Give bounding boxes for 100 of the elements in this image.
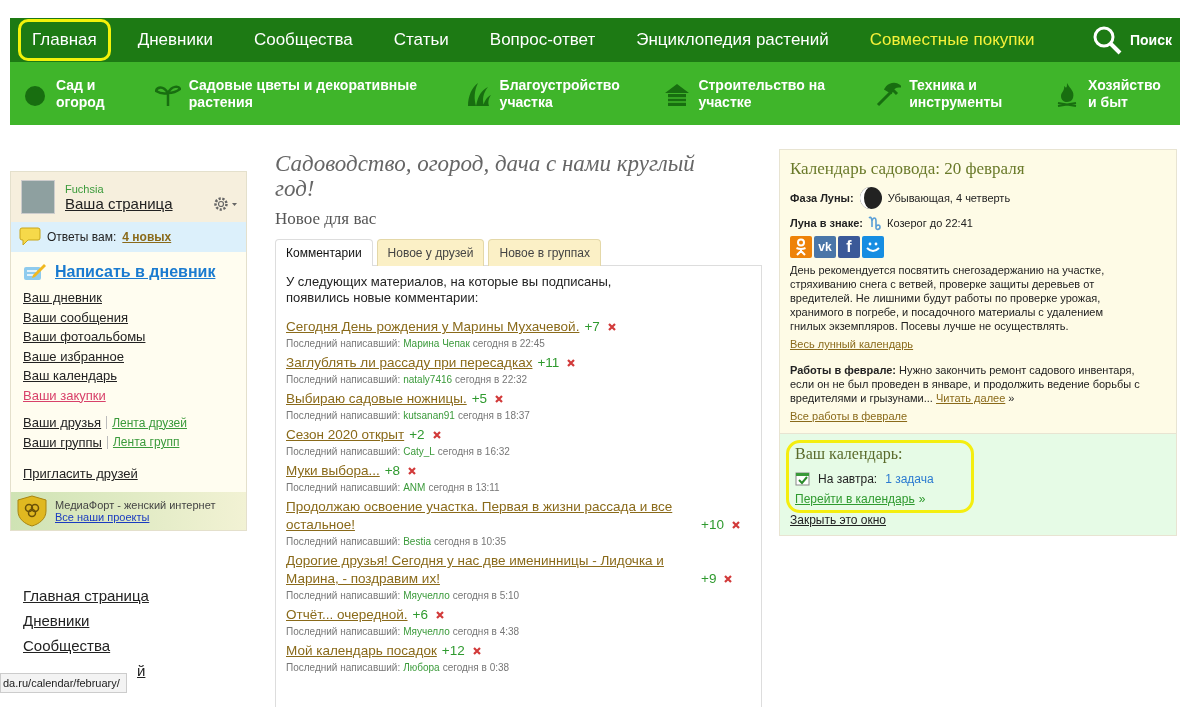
share-button[interactable]: [790, 236, 812, 258]
comment-time: сегодня в 13:11: [428, 481, 500, 495]
meta-label: Последний написавший:: [286, 625, 401, 639]
share-button[interactable]: [862, 236, 884, 258]
read-more-link[interactable]: Читать далее: [936, 392, 1006, 404]
nav-link[interactable]: Энциклопедия растений: [622, 19, 843, 61]
topic-link[interactable]: Продолжаю освоение участка. Первая в жизни рассада и все остальное!: [286, 498, 696, 534]
answers-link[interactable]: 4 новых: [122, 230, 172, 244]
task-link[interactable]: 1 задача: [885, 471, 934, 486]
topic-link[interactable]: Сезон 2020 открыт: [286, 426, 405, 444]
close-icon[interactable]: [567, 359, 576, 367]
comment-time: сегодня в 10:35: [433, 535, 506, 549]
search-icon: [1092, 25, 1122, 55]
calendar-title: Календарь садовода: 20 февраля: [790, 162, 1026, 176]
nav-link[interactable]: Дневники: [123, 19, 227, 61]
footer-link[interactable]: Дневники: [23, 607, 90, 633]
close-icon[interactable]: [472, 647, 481, 655]
feed-link[interactable]: Лента групп: [112, 435, 180, 450]
author-link[interactable]: Мяучелло: [403, 588, 450, 603]
footer-link[interactable]: Главная страница: [23, 582, 149, 608]
tab[interactable]: Комментарии: [275, 239, 373, 266]
shield-logo-icon: [17, 494, 47, 527]
topic-link[interactable]: Дорогие друзья! Сегодня у нас две именинницы - Лидочка и Марина, - поздравим их!: [286, 552, 696, 588]
comment-count: +12: [441, 642, 465, 660]
moon-sign-label: Луна в знаке:: [790, 216, 863, 230]
comment-time: сегодня в 4:38: [452, 625, 520, 639]
sidebar-link[interactable]: Ваш дневник: [23, 288, 102, 308]
comment-time: сегодня в 22:32: [455, 373, 528, 387]
author-link[interactable]: kutsanan91: [403, 408, 455, 423]
promo-text: МедиаФорт - женский интернет: [55, 498, 216, 511]
topic-link[interactable]: Сегодня День рождения у Марины Мухачевой.: [286, 318, 580, 336]
avatar-photo-placeholder: [21, 180, 55, 214]
sidebar-link[interactable]: Ваши фотоальбомы: [23, 327, 146, 347]
moon-phase-value: Убывающая, 4 четверть: [887, 191, 1011, 205]
topic-link[interactable]: Заглублять ли рассаду при пересадках: [286, 354, 533, 372]
author-link[interactable]: Bestia: [403, 534, 431, 549]
close-icon[interactable]: [607, 323, 616, 331]
nav-link[interactable]: Совместные покупки: [855, 19, 1049, 61]
topic-link[interactable]: Выбираю садовые ножницы.: [286, 390, 467, 408]
meta-label: Последний написавший:: [286, 589, 401, 603]
topic-link[interactable]: Отчёт... очередной.: [286, 606, 408, 624]
nav-link[interactable]: Статьи: [379, 19, 463, 61]
author-link[interactable]: Марина Чепак: [403, 336, 470, 351]
invite-link[interactable]: Пригласить друзей: [23, 464, 138, 484]
write-diary-link[interactable]: Написать в дневник: [55, 263, 216, 281]
sidebar-link[interactable]: Ваши друзья: [23, 413, 102, 433]
user-name: Fuchsia: [65, 182, 105, 195]
close-icon[interactable]: [731, 521, 740, 529]
comment-time: сегодня в 5:10: [452, 589, 520, 603]
comment-count: +2: [409, 426, 425, 444]
footer-link[interactable]: й: [137, 657, 146, 683]
speech-bubble-icon: [19, 227, 41, 247]
settings-icon[interactable]: [212, 195, 238, 213]
footer-link[interactable]: Сообщества: [23, 632, 111, 658]
author-link[interactable]: Caty_L: [403, 444, 435, 459]
site-slogan: Садоводство, огород, дача с нами круглый год!: [275, 151, 695, 201]
close-icon[interactable]: [408, 467, 417, 475]
close-icon[interactable]: [724, 575, 733, 583]
projects-link[interactable]: Все наши проекты: [55, 510, 216, 523]
tab[interactable]: Новое в группах: [488, 239, 602, 266]
all-works-link[interactable]: Все работы в феврале: [790, 410, 908, 422]
sidebar-link[interactable]: Ваш календарь: [23, 366, 117, 386]
close-window-link[interactable]: Закрыть это окно: [790, 513, 886, 527]
comment-count: +6: [412, 606, 428, 624]
share-button[interactable]: f: [838, 236, 860, 258]
moon-calendar-link[interactable]: Весь лунный календарь: [790, 338, 914, 350]
smiley-icon: [865, 240, 881, 254]
profile-link[interactable]: Ваша страница: [65, 194, 173, 212]
close-icon[interactable]: [495, 395, 504, 403]
comment-time: сегодня в 0:38: [442, 661, 510, 675]
nav-link[interactable]: Сообщества: [239, 19, 367, 61]
status-url-tooltip: da.ru/calendar/february/: [0, 673, 127, 693]
sidebar-link[interactable]: Ваши группы: [23, 432, 102, 452]
search-button[interactable]: Поиск: [1092, 25, 1172, 55]
grass-icon: [465, 80, 492, 107]
close-icon[interactable]: [435, 611, 444, 619]
feed-link[interactable]: Лента друзей: [112, 415, 187, 430]
share-button[interactable]: vk: [814, 236, 836, 258]
author-link[interactable]: Любора: [403, 660, 440, 675]
tools-icon: [875, 80, 902, 107]
go-to-calendar-link[interactable]: Перейти в календарь: [795, 492, 915, 506]
author-link[interactable]: nataly7416: [403, 372, 453, 387]
intro-text: У следующих материалов, на которые вы подписаны, появились новые комментарии:: [286, 274, 613, 306]
nav-link[interactable]: Вопрос-ответ: [475, 19, 610, 61]
comment-count: +11: [537, 354, 560, 372]
sidebar-link[interactable]: Ваше избранное: [23, 346, 124, 366]
comment-time: сегодня в 18:37: [457, 409, 530, 423]
topic-link[interactable]: Муки выбора...: [286, 462, 380, 480]
tab[interactable]: Новое у друзей: [376, 239, 485, 266]
comment-count: +5: [471, 390, 488, 408]
sidebar-link[interactable]: Ваши сообщения: [23, 307, 128, 327]
sidebar-link[interactable]: Ваши закупки: [23, 385, 106, 405]
your-calendar-title: Ваш календарь:: [795, 445, 904, 463]
author-link[interactable]: ANM: [403, 480, 426, 495]
answers-label: Ответы вам:: [47, 230, 117, 244]
meta-label: Последний написавший:: [286, 445, 401, 459]
topic-link[interactable]: Мой календарь посадок: [286, 642, 437, 660]
close-icon[interactable]: [432, 431, 441, 439]
comment-count: +9: [701, 570, 717, 588]
author-link[interactable]: Мяучелло: [403, 624, 450, 639]
